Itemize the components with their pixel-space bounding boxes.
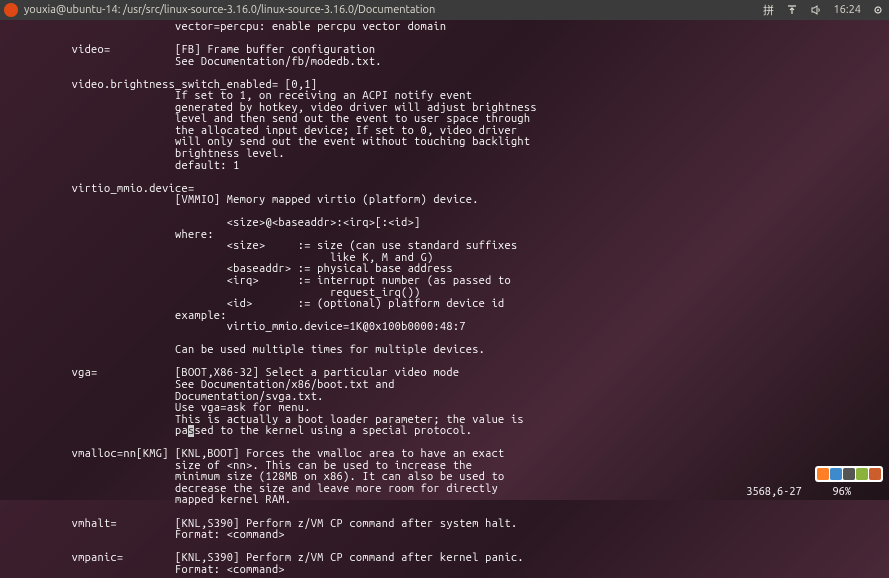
widget-box-2	[830, 468, 842, 480]
vim-status-line: 3568,6-27 96%	[746, 486, 851, 498]
widget-box-1	[817, 468, 829, 480]
gear-icon[interactable]	[871, 3, 885, 17]
cursor-position: 3568,6-27	[746, 486, 801, 498]
volume-icon[interactable]	[809, 3, 823, 17]
input-method-widget[interactable]	[815, 466, 883, 482]
window-title: youxia@ubuntu-14: /usr/src/linux-source-…	[24, 4, 435, 16]
clock[interactable]: 16:24	[833, 4, 861, 16]
network-icon[interactable]	[785, 3, 799, 17]
widget-box-5	[869, 468, 881, 480]
scroll-percent: 96%	[833, 486, 851, 498]
language-icon[interactable]: 拼	[761, 3, 775, 17]
widget-box-3	[843, 468, 855, 480]
ubuntu-logo-icon[interactable]	[4, 3, 18, 17]
topbar-right: 拼 16:24	[761, 3, 885, 17]
widget-box-4	[856, 468, 868, 480]
topbar: youxia@ubuntu-14: /usr/src/linux-source-…	[0, 0, 889, 20]
topbar-left: youxia@ubuntu-14: /usr/src/linux-source-…	[4, 3, 435, 17]
